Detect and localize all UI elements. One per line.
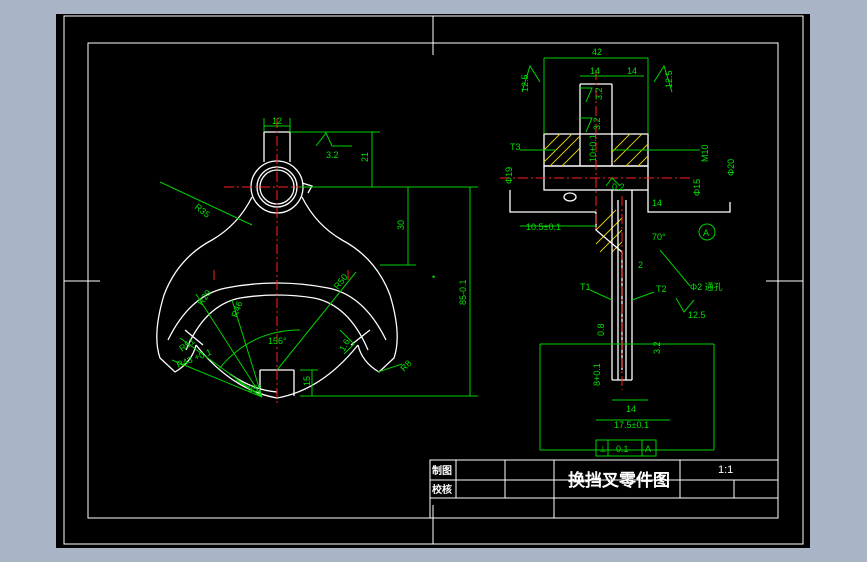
drawing-title: 换挡叉零件图 (568, 470, 670, 490)
dim-17-5: 17.5±0.1 (614, 420, 649, 430)
dim-12: 12 (272, 116, 282, 126)
tol-datum: A (645, 444, 651, 454)
dim-14-top-right: 14 (627, 66, 637, 76)
dim-d20: Φ20 (726, 159, 736, 176)
dim-2: 2 (638, 260, 643, 270)
dim-15: 15 (302, 376, 312, 386)
cad-viewport[interactable]: 12 3.2 21 30 85-0.1 R35 R50 R46 R29 R51 … (0, 0, 867, 562)
dim-14-flange: 14 (652, 198, 662, 208)
dim-d15: Φ15 (692, 179, 702, 196)
label-t3: T3 (510, 142, 521, 152)
dim-85: 85-0.1 (458, 279, 468, 305)
dim-d19: Φ19 (504, 167, 514, 184)
dim-3-2-top: 3.2 (594, 87, 604, 100)
label-through-hole: Φ2 通孔 (690, 282, 723, 292)
dim-8: 8+0.1 (592, 363, 602, 386)
dim-42: 42 (592, 47, 602, 57)
drawing-sheet: 12 3.2 21 30 85-0.1 R35 R50 R46 R29 R51 … (56, 14, 810, 548)
dim-70-deg: 70° (652, 232, 666, 242)
dim-10-5: 10.5±0.1 (526, 222, 561, 232)
dim-156-deg: 156° (268, 336, 287, 346)
dim-30: 30 (396, 220, 406, 230)
dim-14-top-left: 14 (590, 66, 600, 76)
label-draw: 制图 (432, 464, 452, 477)
dim-12-5-arm: 12.5 (688, 310, 706, 320)
dim-3-2-arm: 3.2 (652, 341, 662, 354)
label-m10: M10 (700, 144, 710, 162)
dim-14-bottom: 14 (626, 404, 636, 414)
drawing-scale: 1:1 (718, 464, 733, 476)
datum-a: A (703, 228, 709, 238)
dim-12-5-right: 12.5 (664, 70, 674, 88)
dim-21: 21 (360, 152, 370, 162)
label-t1: T1 (580, 282, 591, 292)
dim-0-8: 0.8 (596, 323, 606, 336)
dim-10: 10+0.1 (588, 134, 598, 162)
label-t2: T2 (656, 284, 667, 294)
dim-12-5-left: 12.5 (520, 74, 530, 92)
center-dot: • (432, 272, 435, 282)
dim-3-2-fork: 3.2 (326, 150, 339, 160)
tol-value: 0.1 (616, 444, 629, 454)
label-check: 校核 (432, 483, 452, 496)
dim-3-2-mid: 3.2 (592, 117, 602, 130)
tol-symbol: ⊥ (599, 444, 607, 454)
dim-0-2: 0.2 (612, 182, 625, 192)
dim-35-deg: 35° (248, 384, 262, 394)
